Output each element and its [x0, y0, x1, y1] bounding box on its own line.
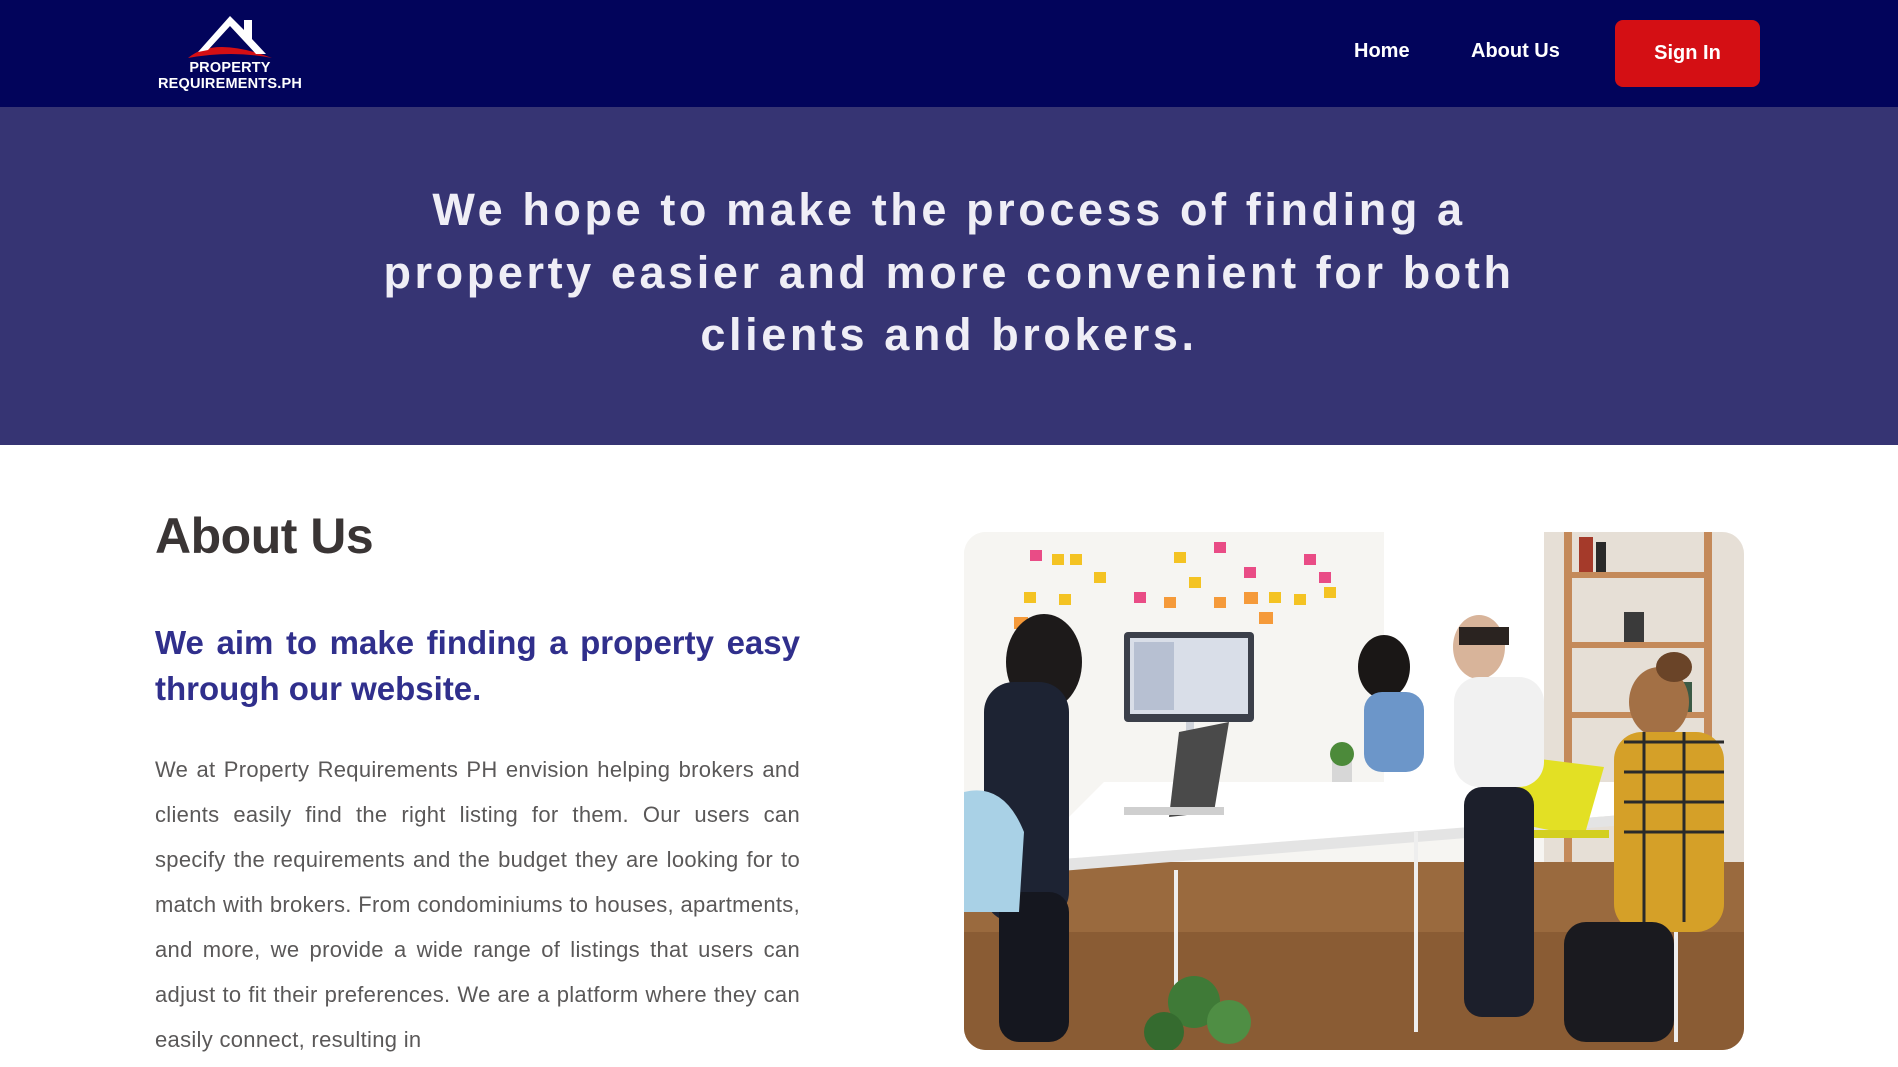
hero-banner: We hope to make the process of finding a…	[0, 107, 1898, 445]
about-body-text: We at Property Requirements PH envision …	[155, 757, 800, 1052]
logo-line-2: REQUIREMENTS.PH	[158, 76, 302, 92]
team-meeting-photo	[964, 532, 1744, 1050]
top-navbar: PROPERTY REQUIREMENTS.PH Home About Us S…	[0, 0, 1898, 107]
about-title: About Us	[155, 508, 374, 564]
nav-about-link[interactable]: About Us	[1471, 40, 1560, 63]
sign-in-button[interactable]: Sign In	[1615, 20, 1760, 87]
about-subtitle: We aim to make finding a property easy t…	[155, 624, 800, 707]
site-logo[interactable]: PROPERTY REQUIREMENTS.PH	[148, 12, 312, 96]
house-roof-icon	[188, 16, 272, 58]
logo-line-1: PROPERTY	[189, 60, 271, 76]
nav-home-link[interactable]: Home	[1354, 40, 1410, 63]
hero-tagline: We hope to make the process of finding a…	[383, 184, 1515, 360]
